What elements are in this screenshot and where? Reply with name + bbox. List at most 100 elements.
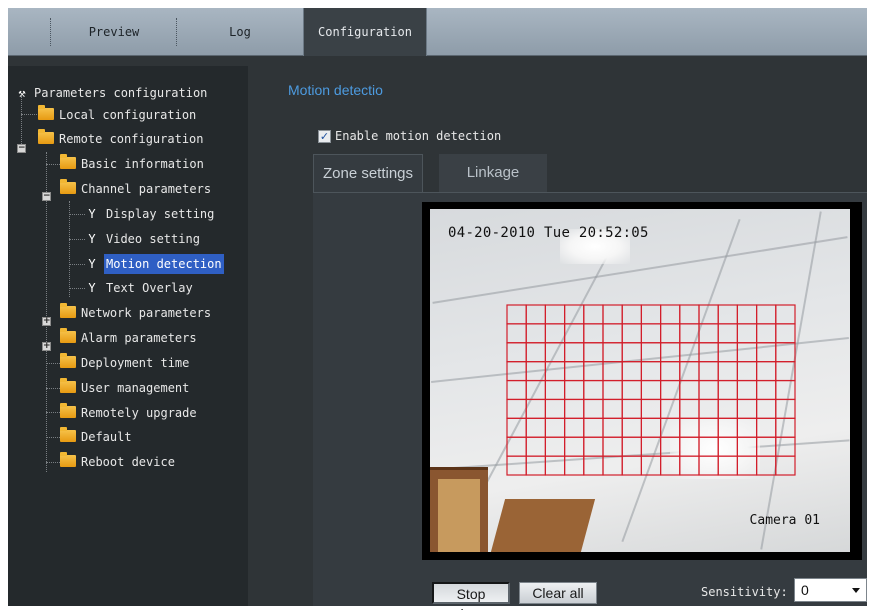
motion-grid-cell[interactable] <box>775 304 796 325</box>
video-preview[interactable]: 04-20-2010 Tue 20:52:05 Camera 01 <box>430 209 850 552</box>
motion-grid-cell[interactable] <box>640 361 662 382</box>
motion-zone-grid[interactable] <box>506 304 796 476</box>
motion-grid-cell[interactable] <box>525 304 547 325</box>
tab-zone-settings[interactable]: Zone settings <box>313 154 423 192</box>
motion-grid-cell[interactable] <box>621 323 642 344</box>
motion-grid-cell[interactable] <box>602 417 623 438</box>
motion-grid-cell[interactable] <box>736 304 758 325</box>
motion-grid-cell[interactable] <box>775 417 796 438</box>
motion-grid-cell[interactable] <box>775 455 796 476</box>
motion-grid-cell[interactable] <box>640 323 662 344</box>
motion-grid-cell[interactable] <box>640 455 662 476</box>
motion-grid-cell[interactable] <box>506 455 527 476</box>
motion-grid-cell[interactable] <box>698 379 719 401</box>
motion-grid-cell[interactable] <box>717 455 738 476</box>
tree-item-motion-detection[interactable]: Y Motion detection <box>86 253 224 274</box>
motion-grid-cell[interactable] <box>583 436 604 457</box>
motion-grid-cell[interactable] <box>717 417 738 438</box>
motion-grid-cell[interactable] <box>717 342 738 363</box>
motion-grid-cell[interactable] <box>756 361 777 382</box>
motion-grid-cell[interactable] <box>756 323 777 344</box>
motion-grid-cell[interactable] <box>544 361 566 382</box>
motion-grid-cell[interactable] <box>583 379 604 401</box>
tree-root[interactable]: ⚒ Parameters configuration <box>16 82 209 102</box>
tree-item-alarm-parameters[interactable]: Alarm parameters <box>60 327 199 347</box>
tab-linkage[interactable]: Linkage <box>439 154 547 192</box>
motion-grid-cell[interactable] <box>583 398 604 419</box>
motion-grid-cell[interactable] <box>660 361 681 382</box>
motion-grid-cell[interactable] <box>698 323 719 344</box>
motion-grid-cell[interactable] <box>660 323 681 344</box>
motion-grid-cell[interactable] <box>602 379 623 401</box>
motion-grid-cell[interactable] <box>602 436 623 457</box>
motion-grid-cell[interactable] <box>679 323 700 344</box>
motion-grid-cell[interactable] <box>756 436 777 457</box>
motion-grid-cell[interactable] <box>621 361 642 382</box>
motion-grid-cell[interactable] <box>717 361 738 382</box>
stop-draw-button[interactable]: Stop draw <box>432 582 510 610</box>
motion-grid-cell[interactable] <box>698 342 719 363</box>
motion-grid-cell[interactable] <box>544 455 566 476</box>
motion-grid-cell[interactable] <box>660 304 681 325</box>
tree-item-channel-parameters[interactable]: Channel parameters <box>60 178 213 198</box>
motion-grid-cell[interactable] <box>621 342 642 363</box>
motion-grid-cell[interactable] <box>621 304 642 325</box>
motion-grid-cell[interactable] <box>583 455 604 476</box>
tree-item-remote-configuration[interactable]: Remote configuration <box>38 128 206 148</box>
tab-preview[interactable]: Preview <box>58 8 170 56</box>
motion-grid-cell[interactable] <box>756 379 777 401</box>
motion-grid-cell[interactable] <box>660 398 681 419</box>
enable-motion-detection-checkbox[interactable]: ✓ <box>318 130 331 143</box>
motion-grid-cell[interactable] <box>506 323 527 344</box>
motion-grid-cell[interactable] <box>563 398 585 419</box>
motion-grid-cell[interactable] <box>563 342 585 363</box>
motion-grid-cell[interactable] <box>563 455 585 476</box>
motion-grid-cell[interactable] <box>640 342 662 363</box>
motion-grid-cell[interactable] <box>544 304 566 325</box>
tree-item-default[interactable]: Default <box>60 426 134 446</box>
motion-grid-cell[interactable] <box>717 436 738 457</box>
motion-grid-cell[interactable] <box>506 304 527 325</box>
motion-grid-cell[interactable] <box>583 304 604 325</box>
motion-grid-cell[interactable] <box>736 342 758 363</box>
motion-grid-cell[interactable] <box>544 417 566 438</box>
motion-grid-cell[interactable] <box>679 417 700 438</box>
motion-grid-cell[interactable] <box>583 417 604 438</box>
tree-item-user-management[interactable]: User management <box>60 377 191 397</box>
motion-grid-cell[interactable] <box>525 323 547 344</box>
motion-grid-cell[interactable] <box>756 304 777 325</box>
collapse-icon[interactable]: − <box>17 144 26 153</box>
motion-grid-cell[interactable] <box>736 361 758 382</box>
motion-grid-cell[interactable] <box>563 379 585 401</box>
tree-item-network-parameters[interactable]: Network parameters <box>60 302 213 322</box>
motion-grid-cell[interactable] <box>698 417 719 438</box>
motion-grid-cell[interactable] <box>736 398 758 419</box>
expand-icon[interactable]: + <box>42 342 51 351</box>
motion-grid-cell[interactable] <box>563 323 585 344</box>
motion-grid-cell[interactable] <box>640 304 662 325</box>
motion-grid-cell[interactable] <box>756 398 777 419</box>
motion-grid-cell[interactable] <box>775 398 796 419</box>
motion-grid-cell[interactable] <box>525 398 547 419</box>
motion-grid-cell[interactable] <box>660 379 681 401</box>
motion-grid-cell[interactable] <box>602 455 623 476</box>
motion-grid-cell[interactable] <box>621 455 642 476</box>
motion-grid-cell[interactable] <box>525 361 547 382</box>
motion-grid-cell[interactable] <box>660 417 681 438</box>
motion-grid-cell[interactable] <box>525 436 547 457</box>
motion-grid-cell[interactable] <box>506 379 527 401</box>
motion-grid-cell[interactable] <box>563 361 585 382</box>
motion-grid-cell[interactable] <box>679 342 700 363</box>
motion-grid-cell[interactable] <box>506 361 527 382</box>
clear-all-button[interactable]: Clear all <box>519 582 597 604</box>
motion-grid-cell[interactable] <box>679 361 700 382</box>
motion-grid-cell[interactable] <box>775 323 796 344</box>
motion-grid-cell[interactable] <box>698 398 719 419</box>
motion-grid-cell[interactable] <box>506 417 527 438</box>
motion-grid-cell[interactable] <box>506 398 527 419</box>
motion-grid-cell[interactable] <box>698 455 719 476</box>
motion-grid-cell[interactable] <box>679 436 700 457</box>
motion-grid-cell[interactable] <box>640 379 662 401</box>
motion-grid-cell[interactable] <box>736 455 758 476</box>
motion-grid-cell[interactable] <box>775 361 796 382</box>
